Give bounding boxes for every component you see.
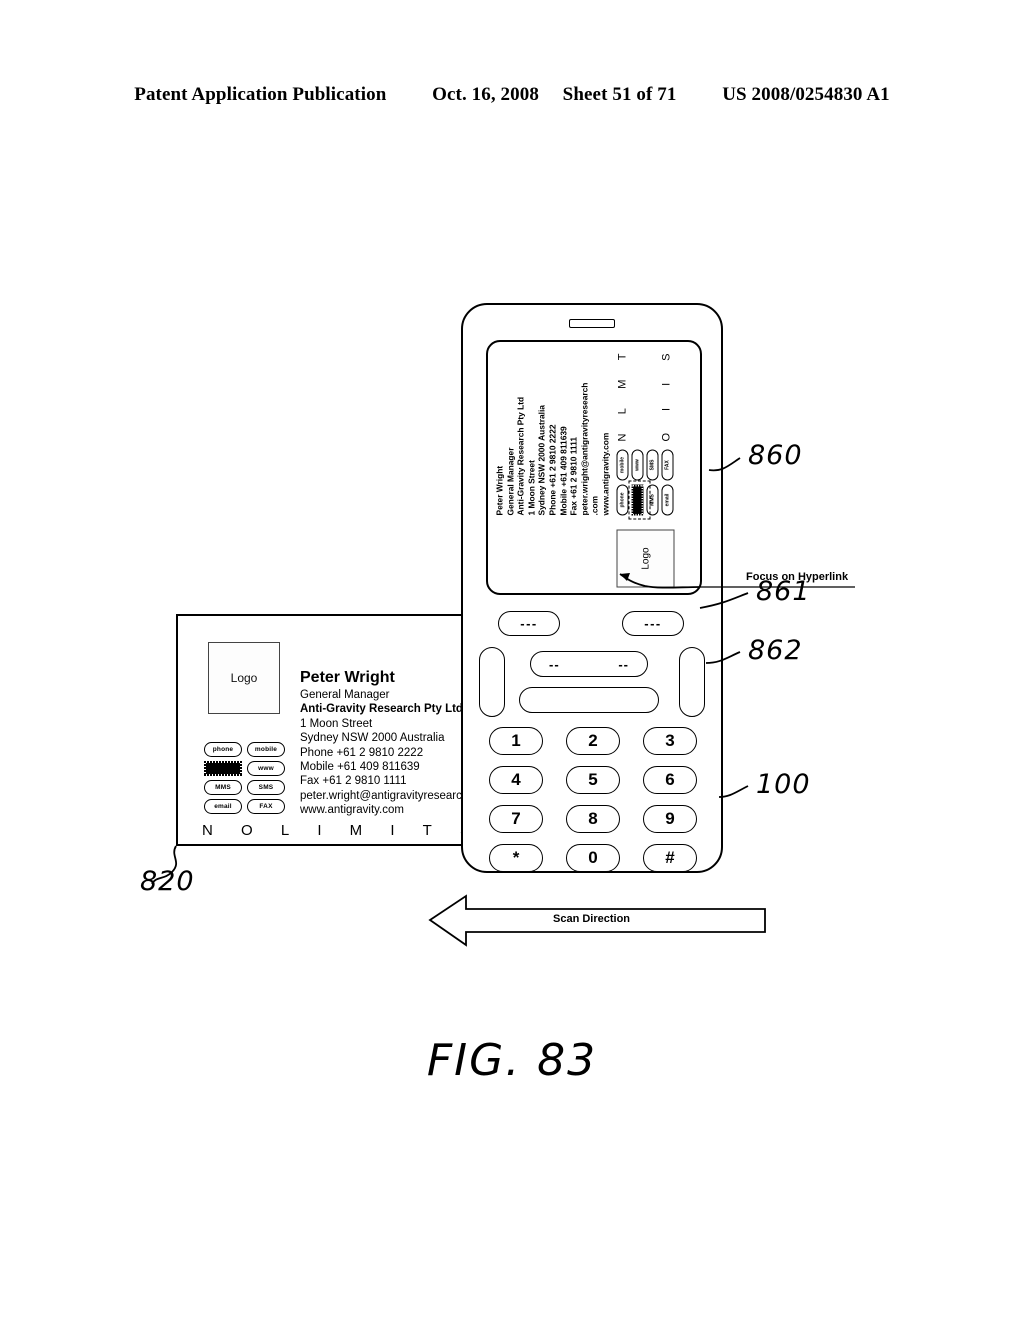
card-contact-title: General Manager	[300, 689, 390, 701]
left-side-key[interactable]	[479, 647, 505, 717]
nav-right-label: --	[618, 656, 629, 672]
mobile-phone-device: Logo phone mobile www MMS SMS email FAX	[461, 303, 723, 873]
navigation-rocker[interactable]: -- --	[530, 651, 648, 677]
leader-line-100	[718, 785, 749, 798]
card-tagline-letter: O	[241, 822, 253, 839]
card-logo: Logo	[208, 642, 280, 714]
center-select-key[interactable]	[519, 687, 659, 713]
nav-left-label: --	[549, 656, 560, 672]
card-contact-name: Peter Wright	[300, 669, 395, 686]
key-2[interactable]: 2	[566, 727, 620, 755]
card-contact-company: Anti-Gravity Research Pty Ltd	[300, 703, 463, 716]
key-0[interactable]: 0	[566, 844, 620, 872]
card-tagline-letter: L	[280, 822, 290, 839]
card-barcode-icon	[204, 761, 242, 776]
card-button-mobile[interactable]: mobile	[247, 742, 285, 757]
card-contact-mobile: Mobile +61 409 811639	[300, 761, 420, 774]
left-softkey[interactable]: ---	[498, 611, 560, 636]
reference-820: 820	[140, 866, 195, 897]
card-button-email[interactable]: email	[204, 799, 242, 814]
key-1[interactable]: 1	[489, 727, 543, 755]
key-8[interactable]: 8	[566, 805, 620, 833]
card-button-sms[interactable]: SMS	[247, 780, 285, 795]
card-tagline: N O L I M I T S	[202, 822, 466, 839]
card-tagline-letter: N	[202, 822, 213, 839]
card-tagline-letter: M	[349, 822, 363, 839]
right-side-key[interactable]	[679, 647, 705, 717]
card-button-phone[interactable]: phone	[204, 742, 242, 757]
focus-on-hyperlink-label: Focus on Hyperlink	[746, 571, 849, 583]
card-contact-fax: Fax +61 2 9810 1111	[300, 775, 407, 788]
card-contact-city: Sydney NSW 2000 Australia	[300, 732, 445, 745]
scan-direction-label: Scan Direction	[553, 913, 631, 925]
header-date: Oct. 16, 2008	[432, 84, 539, 105]
card-contact-phone: Phone +61 2 9810 2222	[300, 746, 424, 759]
key-9[interactable]: 9	[643, 805, 697, 833]
card-button-mms[interactable]: MMS	[204, 780, 242, 795]
page-header: Patent Application Publication Oct. 16, …	[0, 84, 1024, 106]
card-button-fax[interactable]: FAX	[247, 799, 285, 814]
right-softkey[interactable]: ---	[622, 611, 684, 636]
reference-862: 862	[748, 635, 803, 666]
card-contact-website: www.antigravity.com	[300, 804, 404, 817]
business-card: Logo phone mobile www MMS SMS email FAX …	[176, 614, 468, 846]
phone-keypad: --- --- -- -- 1 2 3 4 5 6 7 8 9 * 0 #	[463, 305, 721, 872]
card-contact-block: Peter Wright General Manager Anti-Gravit…	[300, 668, 466, 818]
reference-860: 860	[748, 440, 803, 471]
card-tagline-letter: I	[390, 822, 395, 839]
key-5[interactable]: 5	[566, 766, 620, 794]
figure-caption: FIG. 83	[426, 1035, 598, 1086]
header-sheet: Sheet 51 of 71	[562, 84, 677, 105]
key-4[interactable]: 4	[489, 766, 543, 794]
header-publication: Patent Application Publication	[134, 84, 387, 105]
card-contact-email: peter.wright@antigravityresearch.com	[300, 789, 466, 802]
card-button-www[interactable]: www	[247, 761, 285, 776]
key-star[interactable]: *	[489, 844, 543, 872]
card-contact-street: 1 Moon Street	[300, 717, 373, 730]
card-tagline-letter: T	[422, 822, 432, 839]
key-6[interactable]: 6	[643, 766, 697, 794]
reference-100: 100	[756, 769, 811, 800]
card-hyperlink-buttons: phone mobile www MMS SMS email FAX	[204, 742, 286, 818]
card-logo-label: Logo	[230, 671, 258, 685]
card-tagline-letter: I	[317, 822, 322, 839]
header-patent-number: US 2008/0254830 A1	[722, 84, 890, 105]
key-3[interactable]: 3	[643, 727, 697, 755]
key-hash[interactable]: #	[643, 844, 697, 872]
key-7[interactable]: 7	[489, 805, 543, 833]
